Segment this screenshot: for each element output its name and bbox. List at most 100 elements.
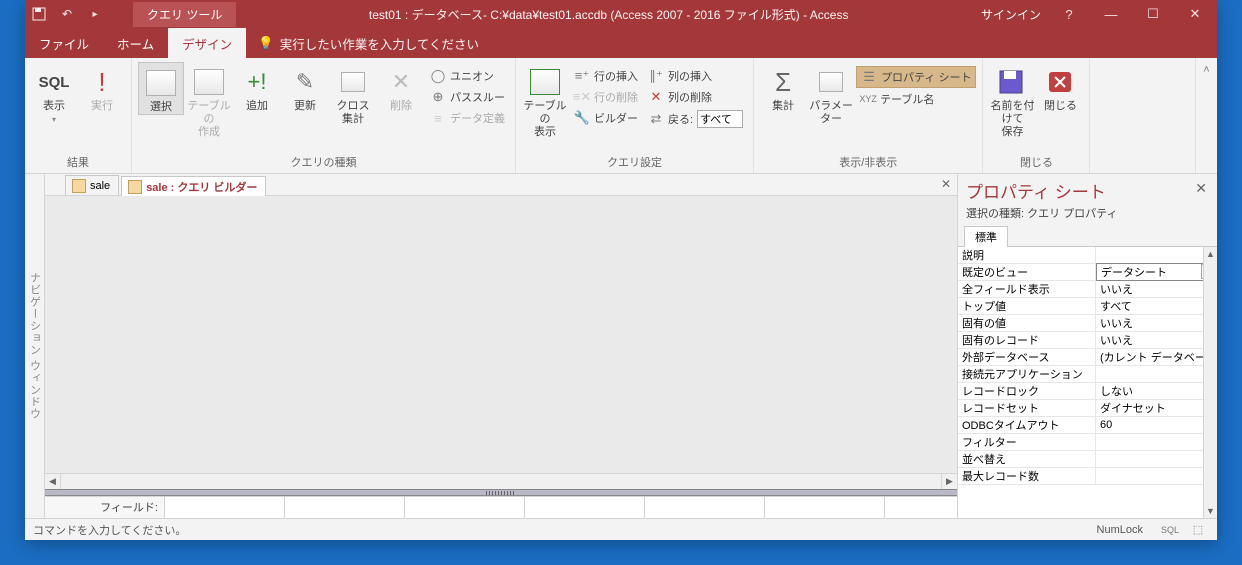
property-value[interactable]: すべて xyxy=(1096,298,1217,314)
update-button[interactable]: ✎ 更新 xyxy=(282,62,328,113)
design-view-shortcut[interactable]: ⬚ xyxy=(1187,522,1209,538)
horizontal-scrollbar[interactable]: ◀ ▶ xyxy=(45,473,957,489)
collapse-ribbon-button[interactable]: ˄ xyxy=(1195,58,1217,173)
property-value[interactable]: いいえ xyxy=(1096,281,1217,297)
signin-link[interactable]: サインイン xyxy=(981,6,1041,23)
property-row[interactable]: 最大レコード数 xyxy=(958,468,1217,485)
property-row[interactable]: レコードセットダイナセット xyxy=(958,400,1217,417)
delete-row-button[interactable]: ≡✕行の削除 xyxy=(570,87,642,107)
crosstab-button[interactable]: クロス 集計 xyxy=(330,62,376,126)
append-button[interactable]: +! 追加 xyxy=(234,62,280,113)
grip-icon xyxy=(486,491,516,495)
pane-splitter[interactable] xyxy=(45,489,957,496)
union-button[interactable]: ◯ユニオン xyxy=(426,66,509,86)
grid-cell[interactable] xyxy=(645,497,765,518)
ribbon: SQL 表示▾ ! 実行 結果 選択 テーブルの 作成 xyxy=(25,58,1217,174)
scroll-left-icon[interactable]: ◀ xyxy=(45,474,61,489)
insert-col-button[interactable]: ∥⁺列の挿入 xyxy=(644,66,747,86)
help-icon[interactable]: ? xyxy=(1055,0,1083,28)
sql-view-shortcut[interactable]: SQL xyxy=(1159,522,1181,538)
property-row[interactable]: トップ値すべて xyxy=(958,298,1217,315)
grid-cell[interactable] xyxy=(165,497,285,518)
datasheet-icon xyxy=(72,179,86,193)
query-canvas[interactable]: ◀ ▶ xyxy=(45,196,957,489)
make-table-icon xyxy=(193,66,225,98)
select-query-icon xyxy=(145,67,177,99)
property-row[interactable]: 説明 xyxy=(958,247,1217,264)
property-value[interactable]: しない xyxy=(1096,383,1217,399)
property-value[interactable]: 60 xyxy=(1096,419,1217,431)
property-scrollbar[interactable]: ▲▼ xyxy=(1203,247,1217,518)
property-row[interactable]: レコードロックしない xyxy=(958,383,1217,400)
make-table-button[interactable]: テーブルの 作成 xyxy=(186,62,232,140)
navigation-pane-collapsed[interactable]: ナビゲーション ウィンドウ xyxy=(25,174,45,518)
dropdown-icon: ▾ xyxy=(52,115,56,124)
datadef-button[interactable]: ≡データ定義 xyxy=(426,108,509,128)
property-value[interactable]: (カレント データベー xyxy=(1096,349,1217,365)
property-row[interactable]: 外部データベース(カレント データベー xyxy=(958,349,1217,366)
save-icon[interactable] xyxy=(31,6,47,22)
property-value[interactable]: データシート▾ xyxy=(1096,263,1217,281)
make-table-label: テーブルの 作成 xyxy=(186,100,232,140)
delete-query-button[interactable]: ✕ 削除 xyxy=(378,62,424,113)
grid-cell[interactable] xyxy=(525,497,645,518)
passthrough-button[interactable]: ⊕パススルー xyxy=(426,87,509,107)
grid-cell[interactable] xyxy=(285,497,405,518)
run-button[interactable]: ! 実行 xyxy=(79,62,125,113)
tab-file[interactable]: ファイル xyxy=(25,28,103,58)
property-value[interactable]: いいえ xyxy=(1096,332,1217,348)
grid-cell[interactable] xyxy=(405,497,525,518)
property-value[interactable]: いいえ xyxy=(1096,315,1217,331)
property-row[interactable]: 全フィールド表示いいえ xyxy=(958,281,1217,298)
select-query-button[interactable]: 選択 xyxy=(138,62,184,115)
status-numlock: NumLock xyxy=(1097,524,1143,536)
minimize-button[interactable]: — xyxy=(1097,0,1125,28)
property-sheet-pane: プロパティ シート ✕ 選択の種類: クエリ プロパティ 標準 説明既定のビュー… xyxy=(957,174,1217,518)
scroll-right-icon[interactable]: ▶ xyxy=(941,474,957,489)
table-names-button[interactable]: XYZテーブル名 xyxy=(856,89,976,109)
save-as-button[interactable]: 名前を付けて 保存 xyxy=(989,62,1035,140)
insert-col-label: 列の挿入 xyxy=(668,68,712,84)
tab-sale-datasheet[interactable]: sale xyxy=(65,175,119,195)
crosstab-icon xyxy=(337,66,369,98)
tab-design[interactable]: デザイン xyxy=(168,28,246,58)
property-sheet-button[interactable]: ☰プロパティ シート xyxy=(856,66,976,88)
ribbon-tabs: ファイル ホーム デザイン 💡 実行したい作業を入力してください xyxy=(25,28,1217,58)
maximize-button[interactable]: ☐ xyxy=(1139,0,1167,28)
totals-button[interactable]: Σ 集計 xyxy=(760,62,806,113)
window-title: test01 : データベース- C:¥data¥test01.accdb (A… xyxy=(236,6,981,23)
tab-sale-query-builder[interactable]: sale : クエリ ビルダー xyxy=(121,176,266,196)
close-document-icon[interactable]: ✕ xyxy=(941,177,951,191)
ribbon-group-query-setup: テーブルの 表示 ≡⁺行の挿入 ≡✕行の削除 🔧ビルダー ∥⁺列の挿入 ✕列の削… xyxy=(516,58,754,173)
redo-icon[interactable]: ▸ xyxy=(87,6,103,22)
parameters-button[interactable]: パラメーター xyxy=(808,62,854,126)
delete-col-button[interactable]: ✕列の削除 xyxy=(644,87,747,107)
show-table-button[interactable]: テーブルの 表示 xyxy=(522,62,568,140)
property-row[interactable]: 固有のレコードいいえ xyxy=(958,332,1217,349)
property-row[interactable]: 固有の値いいえ xyxy=(958,315,1217,332)
property-value[interactable]: ダイナセット xyxy=(1096,400,1217,416)
close-button[interactable]: ✕ xyxy=(1181,0,1209,28)
grid-cell[interactable] xyxy=(765,497,885,518)
close-object-button[interactable]: 閉じる xyxy=(1037,62,1083,113)
property-row[interactable]: 接続元アプリケーション xyxy=(958,366,1217,383)
view-button[interactable]: SQL 表示▾ xyxy=(31,62,77,126)
quick-access-toolbar: ↶ ▸ xyxy=(25,6,109,22)
undo-icon[interactable]: ↶ xyxy=(59,6,75,22)
property-row[interactable]: フィルター xyxy=(958,434,1217,451)
insert-row-button[interactable]: ≡⁺行の挿入 xyxy=(570,66,642,86)
builder-button[interactable]: 🔧ビルダー xyxy=(570,108,642,128)
return-rows-control[interactable]: ⇄戻る: xyxy=(644,108,747,130)
close-object-icon xyxy=(1044,66,1076,98)
property-row[interactable]: 既定のビューデータシート▾ xyxy=(958,264,1217,281)
property-row[interactable]: 並べ替え xyxy=(958,451,1217,468)
query-design-grid[interactable]: フィールド: xyxy=(45,496,957,518)
return-rows-input[interactable] xyxy=(697,110,743,128)
scroll-up-icon[interactable]: ▲ xyxy=(1206,249,1215,259)
scroll-down-icon[interactable]: ▼ xyxy=(1206,506,1215,516)
property-sheet-close-icon[interactable]: ✕ xyxy=(1191,178,1211,199)
tab-home[interactable]: ホーム xyxy=(103,28,168,58)
property-tab-general[interactable]: 標準 xyxy=(964,226,1008,247)
tell-me-search[interactable]: 💡 実行したい作業を入力してください xyxy=(246,28,491,58)
property-row[interactable]: ODBCタイムアウト60 xyxy=(958,417,1217,434)
